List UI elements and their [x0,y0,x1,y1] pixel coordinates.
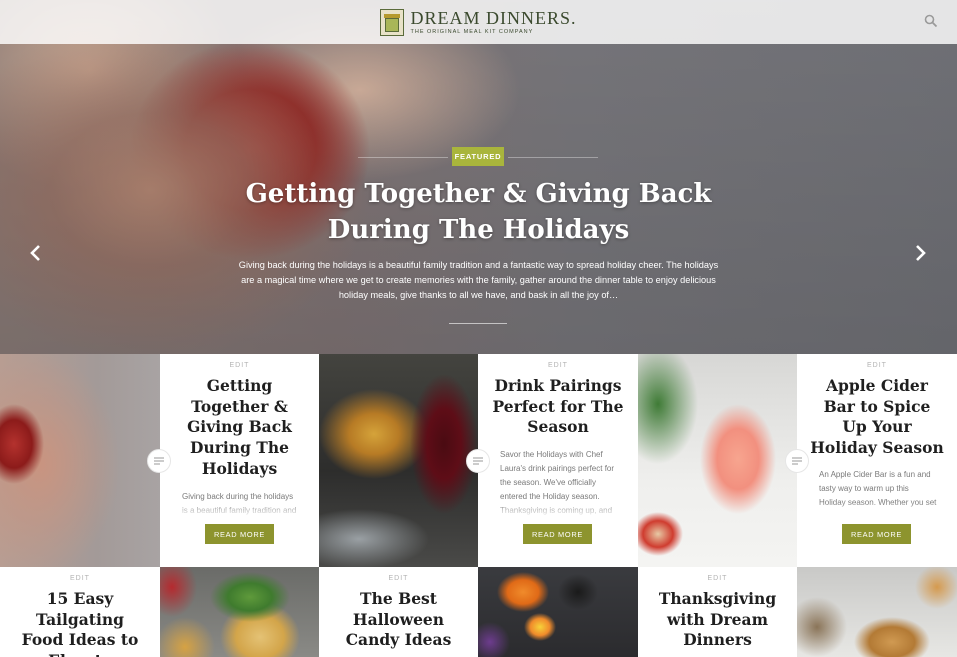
site-header: DREAM DINNERS. THE ORIGINAL MEAL KIT COM… [0,0,957,44]
note-lines-icon[interactable] [785,449,809,473]
logo-mark-icon [380,8,405,36]
post-excerpt: Savor the Holidays with Chef Laura's dri… [500,448,618,518]
post-card: EDIT 15 Easy Tailgating Food Ideas to El… [0,567,160,657]
edit-link[interactable]: EDIT [319,575,478,582]
post-image-wine[interactable] [319,354,478,567]
featured-divider-right [508,157,598,158]
post-image-heart-hands[interactable] [0,354,160,567]
post-excerpt: Giving back during the holidays is a bea… [182,490,300,518]
read-more-button[interactable]: READ MORE [205,524,274,544]
post-card: EDIT The Best Halloween Candy Ideas [319,567,478,657]
brand-logo[interactable]: DREAM DINNERS. THE ORIGINAL MEAL KIT COM… [380,8,577,36]
hero-excerpt: Giving back during the holidays is a bea… [238,260,719,300]
featured-badge: FEATURED [452,147,504,166]
edit-link[interactable]: EDIT [797,362,957,369]
post-title[interactable]: Drink Pairings Perfect for The Season [490,376,626,438]
post-title[interactable]: 15 Easy Tailgating Food Ideas to Elevate [20,589,140,657]
post-card: EDIT Thanksgiving with Dream Dinners [638,567,797,657]
post-card: EDIT Getting Together & Giving Back Duri… [160,354,319,567]
post-title[interactable]: Getting Together & Giving Back During Th… [176,376,303,480]
note-lines-icon[interactable] [466,449,490,473]
hero-divider [449,323,507,324]
hero-title[interactable]: Getting Together & Giving Back During Th… [200,176,757,248]
edit-link[interactable]: EDIT [638,575,797,582]
note-lines-icon[interactable] [147,449,171,473]
post-title[interactable]: The Best Halloween Candy Ideas [343,589,454,651]
brand-tagline: THE ORIGINAL MEAL KIT COMPANY [410,29,534,35]
hero-featured-slider: DREAM DINNERS. THE ORIGINAL MEAL KIT COM… [0,0,957,354]
post-image-tailgating-food[interactable] [160,567,319,657]
post-image-thanksgiving-dinner[interactable] [797,567,957,657]
edit-link[interactable]: EDIT [478,362,638,369]
post-image-halloween-candy[interactable] [478,567,638,657]
chevron-left-icon[interactable] [29,244,43,262]
read-more-button[interactable]: READ MORE [842,524,911,544]
search-icon[interactable] [923,13,939,29]
post-title[interactable]: Thanksgiving with Dream Dinners [656,589,779,651]
featured-divider-left [358,157,448,158]
brand-name: DREAM DINNERS. [410,8,577,28]
read-more-button[interactable]: READ MORE [523,524,592,544]
post-title[interactable]: Apple Cider Bar to Spice Up Your Holiday… [809,376,945,459]
post-image-apple-cider[interactable] [638,354,797,567]
post-card: EDIT Drink Pairings Perfect for The Seas… [478,354,638,567]
edit-link[interactable]: EDIT [0,575,160,582]
edit-link[interactable]: EDIT [160,362,319,369]
post-card: EDIT Apple Cider Bar to Spice Up Your Ho… [797,354,957,567]
chevron-right-icon[interactable] [913,244,927,262]
post-excerpt: An Apple Cider Bar is a fun and tasty wa… [819,468,937,518]
